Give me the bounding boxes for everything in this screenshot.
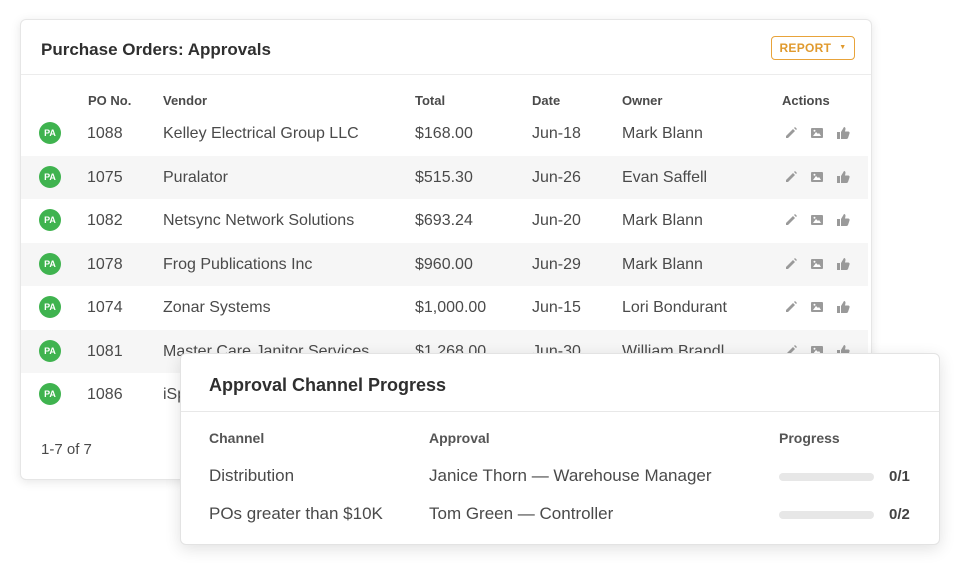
card-header: Purchase Orders: Approvals REPORT ▼ bbox=[21, 20, 871, 75]
card-title: Purchase Orders: Approvals bbox=[41, 40, 271, 59]
image-icon[interactable] bbox=[809, 212, 825, 228]
date-cell: Jun-15 bbox=[532, 299, 581, 316]
chevron-down-icon: ▼ bbox=[839, 43, 847, 51]
owner-cell: Mark Blann bbox=[622, 212, 703, 229]
channel-name: POs greater than $10K bbox=[209, 504, 383, 523]
table-row[interactable]: PA 1078 Frog Publications Inc $960.00 Jun-29… bbox=[21, 242, 868, 286]
pending-approval-badge: PA bbox=[39, 339, 61, 362]
thumbs-up-icon[interactable] bbox=[835, 299, 851, 315]
report-button-label: REPORT bbox=[779, 41, 832, 55]
thumbs-up-icon[interactable] bbox=[835, 169, 851, 185]
progress-count: 0/2 bbox=[889, 506, 910, 523]
total-cell: $693.24 bbox=[415, 212, 473, 229]
pending-approval-badge: PA bbox=[39, 296, 61, 318]
vendor-cell: Kelley Electrical Group LLC bbox=[163, 125, 359, 142]
column-header-total[interactable]: Total bbox=[415, 93, 445, 108]
column-header-progress: Progress bbox=[779, 430, 840, 446]
total-cell: $960.00 bbox=[415, 255, 473, 273]
total-cell: $515.30 bbox=[415, 168, 473, 186]
pagination-info: 1-7 of 7 bbox=[41, 441, 92, 458]
pencil-icon[interactable] bbox=[783, 125, 799, 141]
progress-bar bbox=[779, 511, 874, 519]
po-number-cell: 1078 bbox=[87, 255, 123, 273]
owner-cell: Mark Blann bbox=[622, 125, 703, 142]
column-header-approval: Approval bbox=[429, 430, 490, 446]
column-header-owner[interactable]: Owner bbox=[622, 93, 662, 108]
thumbs-up-icon[interactable] bbox=[835, 212, 851, 228]
pending-approval-badge: PA bbox=[39, 252, 61, 275]
pencil-icon[interactable] bbox=[783, 212, 799, 228]
row-actions bbox=[783, 299, 851, 315]
po-number-cell: 1074 bbox=[87, 299, 123, 316]
vendor-cell: Netsync Network Solutions bbox=[163, 212, 355, 229]
approval-card-title: Approval Channel Progress bbox=[209, 375, 447, 395]
column-header-actions: Actions bbox=[782, 93, 830, 108]
report-dropdown-button[interactable]: REPORT ▼ bbox=[771, 36, 855, 60]
date-cell: Jun-26 bbox=[532, 168, 581, 186]
table-row[interactable]: PA 1082 Netsync Network Solutions $693.24 Ju… bbox=[21, 199, 868, 242]
po-number-cell: 1075 bbox=[87, 168, 123, 186]
table-row[interactable]: PA 1088 Kelley Electrical Group LLC $168.00… bbox=[21, 112, 868, 155]
image-icon[interactable] bbox=[809, 299, 825, 315]
approval-channel-progress-card: Approval Channel Progress Channel Approv… bbox=[180, 353, 940, 545]
column-header-vendor[interactable]: Vendor bbox=[163, 93, 207, 108]
date-cell: Jun-18 bbox=[532, 125, 581, 142]
divider bbox=[181, 411, 939, 412]
owner-cell: Mark Blann bbox=[622, 255, 703, 273]
column-header-date[interactable]: Date bbox=[532, 93, 560, 108]
row-actions bbox=[783, 212, 851, 228]
total-cell: $1,000.00 bbox=[415, 299, 487, 316]
image-icon[interactable] bbox=[809, 125, 825, 141]
pencil-icon[interactable] bbox=[783, 299, 799, 315]
column-header-channel: Channel bbox=[209, 430, 265, 446]
pencil-icon[interactable] bbox=[783, 169, 799, 185]
po-number-cell: 1081 bbox=[87, 342, 123, 360]
image-icon[interactable] bbox=[809, 256, 825, 272]
pending-approval-badge: PA bbox=[39, 122, 61, 144]
total-cell: $168.00 bbox=[415, 125, 473, 142]
table-row[interactable]: PA 1075 Puralator $515.30 Jun-26 Evan Saffell bbox=[21, 155, 868, 199]
row-actions bbox=[783, 169, 851, 185]
image-icon[interactable] bbox=[809, 169, 825, 185]
column-header-po-no[interactable]: PO No. bbox=[88, 93, 131, 108]
channel-name: Distribution bbox=[209, 466, 295, 485]
pending-approval-badge: PA bbox=[39, 165, 61, 188]
vendor-cell: Zonar Systems bbox=[163, 299, 271, 316]
pending-approval-badge: PA bbox=[39, 209, 61, 231]
row-actions bbox=[783, 256, 851, 272]
channel-approver: Janice Thorn — Warehouse Manager bbox=[429, 466, 712, 485]
po-number-cell: 1082 bbox=[87, 212, 123, 229]
thumbs-up-icon[interactable] bbox=[835, 125, 851, 141]
po-number-cell: 1086 bbox=[87, 386, 123, 403]
date-cell: Jun-29 bbox=[532, 255, 581, 273]
owner-cell: Lori Bondurant bbox=[622, 299, 727, 316]
channel-approver: Tom Green — Controller bbox=[429, 504, 614, 523]
table-row[interactable]: PA 1074 Zonar Systems $1,000.00 Jun-15 Lori B… bbox=[21, 286, 868, 329]
progress-bar bbox=[779, 473, 874, 481]
po-number-cell: 1088 bbox=[87, 125, 123, 142]
pending-approval-badge: PA bbox=[39, 383, 61, 405]
vendor-cell: Frog Publications Inc bbox=[163, 255, 313, 273]
row-actions bbox=[783, 125, 851, 141]
vendor-cell: Puralator bbox=[163, 168, 228, 186]
owner-cell: Evan Saffell bbox=[622, 168, 708, 186]
thumbs-up-icon[interactable] bbox=[835, 256, 851, 272]
date-cell: Jun-20 bbox=[532, 212, 581, 229]
pencil-icon[interactable] bbox=[783, 256, 799, 272]
progress-count: 0/1 bbox=[889, 468, 910, 485]
